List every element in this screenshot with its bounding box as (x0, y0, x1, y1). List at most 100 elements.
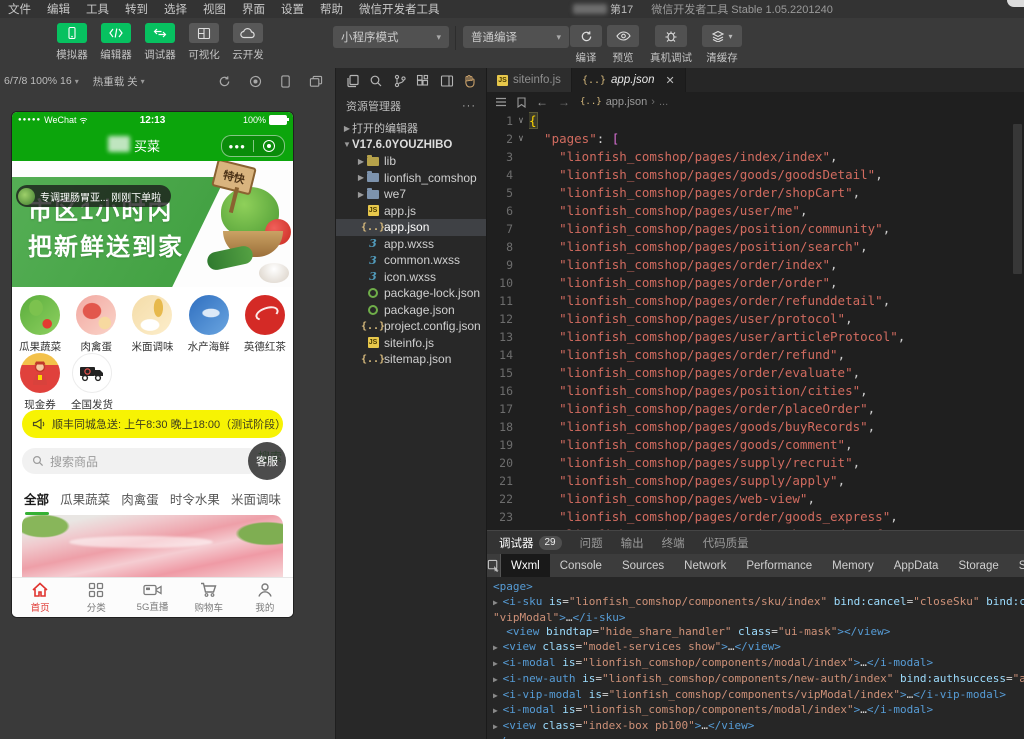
wxml-line[interactable]: ▶ <view class="index-box pb100">…</view> (493, 719, 1024, 735)
code-line[interactable]: 23 "lionfish_comshop/pages/order/goods_e… (487, 508, 1024, 526)
device-selector[interactable]: 6/7/8 100% 16▾ (4, 75, 79, 87)
category-coupon[interactable]: 现金券 (14, 353, 66, 412)
devtools-tab-console[interactable]: Console (550, 554, 612, 577)
devtools-tab-network[interactable]: Network (674, 554, 736, 577)
mode-dropdown[interactable]: 小程序模式▾ (333, 26, 449, 48)
code-line[interactable]: 18 "lionfish_comshop/pages/goods/buyReco… (487, 418, 1024, 436)
inspect-element-icon[interactable] (487, 554, 501, 577)
debugger-tab-1[interactable]: 问题 (580, 535, 603, 551)
device-frame-icon[interactable] (280, 75, 291, 88)
panel-toggle-inspector[interactable]: 调试器 (143, 23, 177, 62)
breadcrumb-file[interactable]: app.json (606, 96, 648, 108)
product-image[interactable] (22, 515, 283, 577)
code-line[interactable]: 3 "lionfish_comshop/pages/index/index", (487, 148, 1024, 166)
goods-tab-4[interactable]: 米面调味 (231, 489, 281, 508)
menu-item-9[interactable]: 微信开发者工具 (351, 1, 448, 17)
wxml-line[interactable]: </page> (493, 735, 1024, 739)
hand-tool-icon[interactable] (463, 74, 476, 88)
more-menu-icon[interactable]: ●●● (222, 142, 253, 151)
code-line[interactable]: 9 "lionfish_comshop/pages/order/index", (487, 256, 1024, 274)
code-line[interactable]: 17 "lionfish_comshop/pages/order/placeOr… (487, 400, 1024, 418)
menu-item-3[interactable]: 转到 (117, 1, 156, 17)
action-bug[interactable]: 真机调试 (650, 25, 692, 65)
code-line[interactable]: 7 "lionfish_comshop/pages/position/commu… (487, 220, 1024, 238)
tree-item-we7[interactable]: ▶we7 (336, 186, 486, 203)
tree-item-siteinfo-js[interactable]: JSsiteinfo.js (336, 335, 486, 352)
code-line[interactable]: 19 "lionfish_comshop/pages/goods/comment… (487, 436, 1024, 454)
back-icon[interactable]: ← (536, 95, 548, 109)
tree-item-app-wxss[interactable]: 3app.wxss (336, 236, 486, 253)
devtools-tab-appdata[interactable]: AppData (884, 554, 949, 577)
devtools-tab-memory[interactable]: Memory (822, 554, 884, 577)
wxml-line[interactable]: ▶ <i-sku is="lionfish_comshop/components… (493, 595, 1024, 611)
menu-item-8[interactable]: 帮助 (312, 1, 351, 17)
code-line[interactable]: 2∨ "pages": [ (487, 130, 1024, 148)
code-area[interactable]: 1∨{2∨ "pages": [3 "lionfish_comshop/page… (487, 112, 1024, 530)
code-line[interactable]: 12 "lionfish_comshop/pages/user/protocol… (487, 310, 1024, 328)
tabbar-cart[interactable]: 购物车 (181, 578, 237, 617)
devtools-tab-sources[interactable]: Sources (612, 554, 674, 577)
category-veggie[interactable]: 瓜果蔬菜 (14, 295, 66, 354)
code-line[interactable]: 5 "lionfish_comshop/pages/order/shopCart… (487, 184, 1024, 202)
search-input[interactable]: 搜索商品 (22, 448, 262, 474)
debugger-tab-2[interactable]: 输出 (621, 535, 644, 551)
code-line[interactable]: 13 "lionfish_comshop/pages/user/articleP… (487, 328, 1024, 346)
action-compile[interactable]: 编译 (570, 25, 602, 65)
tree-item-lib[interactable]: ▶lib (336, 153, 486, 170)
code-line[interactable]: 1∨{ (487, 112, 1024, 130)
debugger-tab-3[interactable]: 终端 (662, 535, 685, 551)
panel-toggle-cloud[interactable]: 云开发 (231, 23, 265, 62)
panel-toggle-simulator[interactable]: 模拟器 (55, 23, 89, 62)
git-branch-icon[interactable] (393, 74, 407, 88)
multi-window-icon[interactable] (309, 75, 323, 88)
breadcrumb-more[interactable]: ... (659, 96, 668, 108)
wxml-line[interactable]: ▶ <i-modal is="lionfish_comshop/componen… (493, 656, 1024, 672)
code-line[interactable]: 14 "lionfish_comshop/pages/order/refund"… (487, 346, 1024, 364)
hot-reload-toggle[interactable]: 热重载 关▾ (93, 74, 145, 89)
wxml-line[interactable]: ▶ <i-new-auth is="lionfish_comshop/compo… (493, 672, 1024, 688)
files-icon[interactable] (346, 74, 360, 88)
wxml-inspector[interactable]: <page>▶ <i-sku is="lionfish_comshop/comp… (487, 577, 1024, 739)
goods-tab-2[interactable]: 肉禽蛋 (121, 489, 159, 508)
wxml-line[interactable]: ▶ <i-modal is="lionfish_comshop/componen… (493, 703, 1024, 719)
close-icon[interactable]: ✕ (666, 74, 675, 87)
record-icon[interactable] (249, 75, 262, 88)
tree-item-package-lock-json[interactable]: package-lock.json (336, 285, 486, 302)
devtools-tab-storage[interactable]: Storage (948, 554, 1008, 577)
menu-item-2[interactable]: 工具 (78, 1, 117, 17)
tree-item-common-wxss[interactable]: 3common.wxss (336, 252, 486, 269)
code-line[interactable]: 15 "lionfish_comshop/pages/order/evaluat… (487, 364, 1024, 382)
menu-item-1[interactable]: 编辑 (39, 1, 78, 17)
tree-item-sitemap-json[interactable]: {..}sitemap.json (336, 351, 486, 368)
goods-tab-1[interactable]: 瓜果蔬菜 (60, 489, 110, 508)
tab-app-json[interactable]: {..} app.json ✕ (572, 68, 686, 92)
notice-bar[interactable]: 顺丰同城急送: 上午8:30 晚上18:00（测试阶段） (22, 410, 283, 438)
goods-tab-0[interactable]: 全部 (24, 489, 49, 508)
category-grain[interactable]: 米面调味 (126, 295, 178, 354)
close-minimize-icon[interactable] (254, 140, 285, 152)
promo-banner[interactable]: 市区1小时内 把新鲜送到家 特快 专调理肠胃亚... 刚刚下单啦 (12, 161, 293, 287)
code-line[interactable]: 8 "lionfish_comshop/pages/position/searc… (487, 238, 1024, 256)
code-line[interactable]: 11 "lionfish_comshop/pages/order/refundd… (487, 292, 1024, 310)
tree-item-project-config-json[interactable]: {..}project.config.json (336, 318, 486, 335)
menu-item-4[interactable]: 选择 (156, 1, 195, 17)
code-line[interactable]: 21 "lionfish_comshop/pages/supply/apply"… (487, 472, 1024, 490)
tabbar-home[interactable]: 首页 (12, 578, 68, 617)
code-line[interactable]: 20 "lionfish_comshop/pages/supply/recrui… (487, 454, 1024, 472)
action-preview[interactable]: 预览 (607, 25, 639, 65)
action-cache[interactable]: ▾清缓存 (702, 25, 742, 65)
debugger-tab-0[interactable]: 调试器29 (499, 535, 562, 551)
category-shipping[interactable]: 全国发货 (66, 353, 118, 412)
category-tea[interactable]: 英德红茶 (239, 295, 291, 354)
menu-item-6[interactable]: 界面 (234, 1, 273, 17)
tree-item-app-js[interactable]: JSapp.js (336, 203, 486, 220)
category-seafood[interactable]: 水产海鲜 (183, 295, 235, 354)
menu-item-7[interactable]: 设置 (273, 1, 312, 17)
extensions-icon[interactable] (416, 74, 430, 88)
outline-icon[interactable] (495, 97, 507, 107)
forward-icon[interactable]: → (558, 95, 570, 109)
menu-item-0[interactable]: 文件 (0, 1, 39, 17)
devtools-tab-wxml[interactable]: Wxml (501, 554, 550, 577)
code-line[interactable]: 22 "lionfish_comshop/pages/web-view", (487, 490, 1024, 508)
editor-scrollbar[interactable] (1013, 124, 1022, 274)
